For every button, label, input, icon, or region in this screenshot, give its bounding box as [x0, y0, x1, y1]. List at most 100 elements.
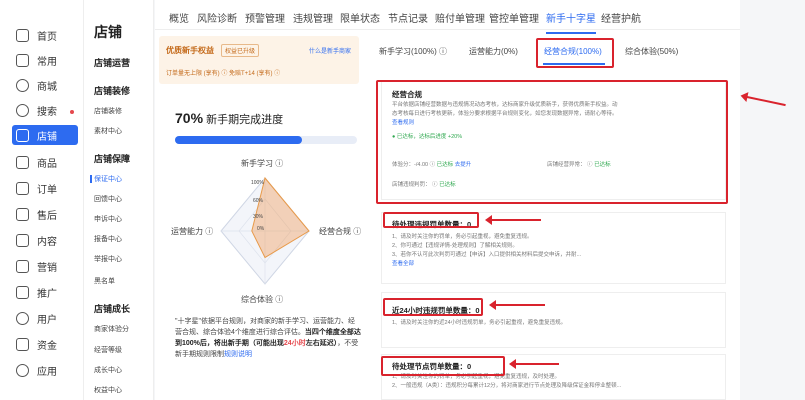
rail-item-shop[interactable]: 店铺 [12, 125, 78, 145]
submenu-item[interactable]: 经营等级 [94, 345, 122, 355]
main-nav-rail: 首页 常用 商城 搜索 店铺 商品 订单 售后 内容 营销 推广 用户 资金 应… [0, 0, 84, 400]
rail-label: 售后 [37, 210, 57, 222]
rail-item-common[interactable]: 常用 [12, 50, 78, 70]
content-icon [16, 233, 29, 247]
wallet-icon [16, 337, 29, 351]
pending-violation-notes: 1、请及时关注你的罚单，务必引起重视，避免重复违规。 2、你可通过【违规详情-处… [392, 233, 712, 269]
rail-item-home[interactable]: 首页 [12, 25, 78, 45]
submenu-item[interactable]: 报备中心 [94, 234, 122, 244]
submenu-group-head[interactable]: 店铺成长 [94, 302, 130, 315]
progress-description: "十字星"依据平台规则，对商家的新手学习、运营能力、经营合规、综合体验4个维度进… [175, 316, 361, 360]
rail-label: 商城 [37, 81, 57, 93]
mall-icon [16, 78, 29, 92]
submenu-group-head[interactable]: 店铺保障 [94, 152, 130, 165]
rail-label: 搜索 [37, 106, 57, 118]
rail-item-apps[interactable]: 应用 [12, 360, 78, 380]
search-icon [16, 103, 29, 117]
subtab-operation[interactable]: 运营能力(0%) [469, 46, 518, 57]
rail-item-aftersale[interactable]: 售后 [12, 204, 78, 224]
dimension-tabs: 新手学习(100%) ⓘ 运营能力(0%) 经营合规(100%) 综合体验(50… [373, 36, 733, 68]
submenu-group-head[interactable]: 店铺运营 [94, 56, 130, 69]
rail-label: 资金 [37, 340, 57, 352]
page-margin [740, 0, 805, 400]
submenu-item[interactable]: 素材中心 [94, 126, 122, 136]
main-content: 概览 风险诊断 预警管理 违规管理 限单状态 节点记录 赔付单管理 管控单管理 … [155, 0, 740, 400]
annotation-arrow [509, 359, 559, 369]
notification-dot [70, 110, 74, 114]
tab-control[interactable]: 管控单管理 [489, 10, 539, 25]
novice-progress-panel: 优质新手权益 权益已升级 什么是新手商家 订单量无上限 (享有) ⓘ 免赔T+1… [159, 36, 369, 400]
radar-chart: 新手学习 ⓘ 经营合规 ⓘ 综合体验 ⓘ 运营能力 ⓘ 100% 60% 30%… [171, 158, 361, 304]
submenu-item[interactable]: 成长中心 [94, 365, 122, 375]
radar-label-operation: 运营能力 ⓘ [171, 226, 213, 236]
rail-item-search[interactable]: 搜索 [12, 100, 78, 120]
tab-novice-star[interactable]: 新手十字星 [546, 10, 596, 34]
progress-label: 新手期完成进度 [206, 114, 284, 126]
radar-tick: 0% [257, 226, 265, 232]
rail-item-mall[interactable]: 商城 [12, 75, 78, 95]
radar-tick: 30% [253, 214, 264, 220]
tab-overview[interactable]: 概览 [169, 10, 189, 25]
progress-bar-fill [175, 136, 303, 144]
order-icon [16, 181, 29, 195]
tab-alert[interactable]: 预警管理 [245, 10, 285, 25]
view-all-link[interactable]: 查看全部 [392, 260, 712, 269]
banner-title: 优质新手权益 [166, 46, 214, 55]
rail-item-orders[interactable]: 订单 [12, 178, 78, 198]
rail-item-content[interactable]: 内容 [12, 230, 78, 250]
promotion-icon [16, 285, 29, 299]
note-line: 2、一般违规（A类）：违规积分每累计12分，将对商家进行节点处理及降级保证金和停… [392, 383, 622, 389]
rail-item-funds[interactable]: 资金 [12, 334, 78, 354]
rail-label: 内容 [37, 236, 57, 248]
apps-icon [16, 363, 29, 377]
submenu-item[interactable]: 店铺装修 [94, 106, 122, 116]
submenu-group-head[interactable]: 店铺装修 [94, 84, 130, 97]
rail-label: 订单 [37, 184, 57, 196]
progress-bar [175, 136, 357, 144]
annotation-arrow [489, 300, 545, 310]
tab-node[interactable]: 节点记录 [388, 10, 428, 25]
note-line: 1、请及时关注你的罚单，务必引起重视，避免重复违规。 [392, 234, 533, 240]
shop-icon [16, 128, 29, 142]
tab-limit[interactable]: 限单状态 [340, 10, 380, 25]
tab-escort[interactable]: 经营护航 [601, 10, 641, 25]
rail-label: 营销 [37, 262, 57, 274]
annotation-box [383, 212, 479, 228]
subtab-learning[interactable]: 新手学习(100%) ⓘ [379, 46, 447, 57]
subtab-experience[interactable]: 综合体验(50%) [625, 46, 678, 57]
banner-benefits: 订单量无上限 (享有) ⓘ 免赔T+14 (享有) ⓘ [166, 71, 281, 77]
annotation-box [383, 298, 483, 316]
desc-bold2: 左右延迟） [305, 340, 338, 347]
rail-item-promotion[interactable]: 推广 [12, 282, 78, 302]
radar-label-learning: 新手学习 ⓘ [241, 158, 283, 168]
submenu-item[interactable]: 黑名单 [94, 276, 115, 286]
radar-label-experience: 综合体验 ⓘ [241, 294, 283, 304]
rail-item-marketing[interactable]: 营销 [12, 256, 78, 276]
rail-item-users[interactable]: 用户 [12, 308, 78, 328]
rail-label: 店铺 [37, 131, 57, 143]
tab-risk[interactable]: 风险诊断 [197, 10, 237, 25]
tab-violation[interactable]: 违规管理 [293, 10, 333, 25]
rail-item-goods[interactable]: 商品 [12, 152, 78, 172]
submenu-item[interactable]: 申诉中心 [94, 214, 122, 224]
radar-tick: 100% [251, 180, 264, 186]
annotation-arrow [746, 95, 786, 107]
banner-badge: 权益已升级 [221, 44, 260, 57]
rules-link[interactable]: 规则说明 [224, 351, 252, 358]
submenu-item[interactable]: 商家体验分 [94, 324, 129, 334]
violation-24h-notes: 1、请及时关注你的近24小时违规罚单，务必引起重视，避免重复违规。 [392, 319, 712, 328]
tab-claims[interactable]: 赔付单管理 [435, 10, 485, 25]
dimension-panel: 新手学习(100%) ⓘ 运营能力(0%) 经营合规(100%) 综合体验(50… [373, 36, 733, 400]
note-line: 2、你可通过【违规详情-处理规则】了解相关规则。 [392, 243, 518, 249]
submenu-item[interactable]: 回馈中心 [94, 194, 122, 204]
annotation-box [381, 356, 505, 376]
progress-percent: 70% [175, 110, 204, 126]
submenu-item[interactable]: 权益中心 [94, 385, 122, 395]
submenu-item[interactable]: 举报中心 [94, 254, 122, 264]
home-icon [16, 28, 29, 42]
submenu-item-active[interactable]: 保证中心 [90, 174, 122, 184]
megaphone-icon [16, 259, 29, 273]
banner-link[interactable]: 什么是新手商家 [309, 46, 351, 55]
shop-submenu: 店铺 店铺运营 店铺装修 店铺装修 素材中心 店铺保障 保证中心 回馈中心 申诉… [84, 0, 154, 400]
desc-red: 24小时 [283, 340, 306, 347]
